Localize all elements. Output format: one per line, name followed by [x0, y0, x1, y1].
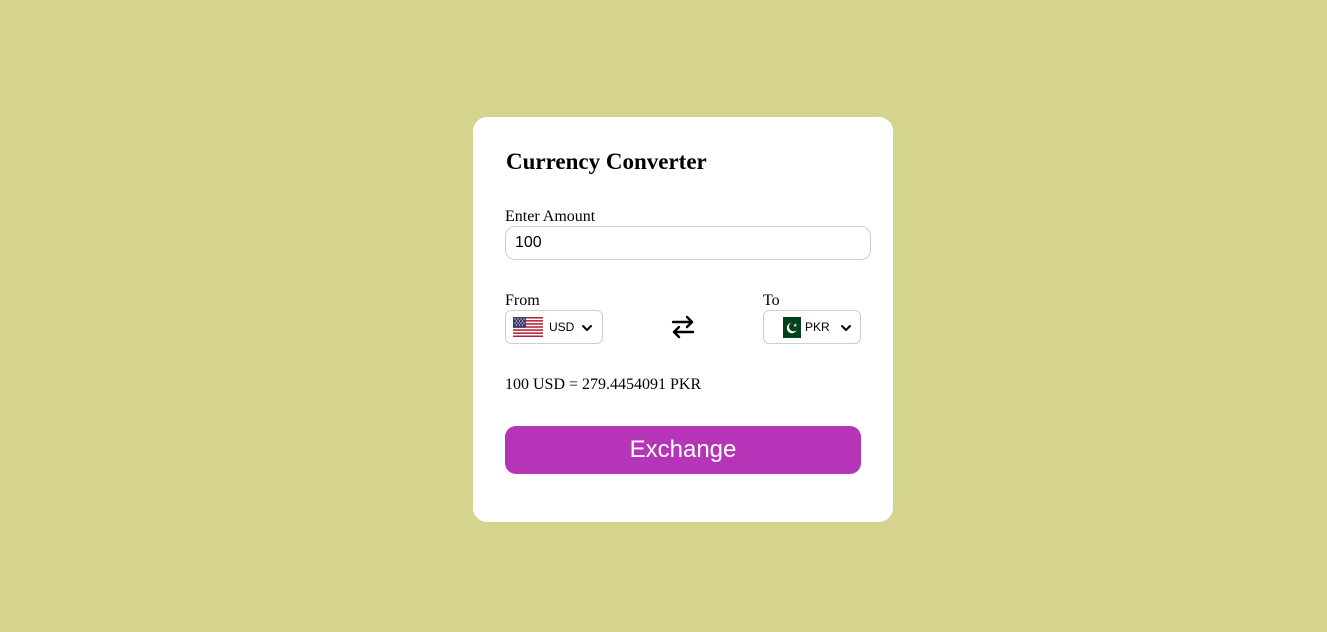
- chevron-down-icon: [841, 325, 851, 331]
- to-currency-code: PKR: [805, 320, 830, 334]
- conversion-result: 100 USD = 279.4454091 PKR: [505, 376, 702, 393]
- swap-arrows-icon[interactable]: [669, 313, 697, 341]
- from-currency-select[interactable]: USD: [505, 310, 603, 344]
- amount-input[interactable]: [505, 226, 871, 260]
- to-label: To: [763, 292, 780, 309]
- page-title: Currency Converter: [506, 149, 707, 174]
- converter-card: Currency Converter Enter Amount From USD: [473, 117, 893, 522]
- exchange-button[interactable]: Exchange: [505, 426, 861, 474]
- chevron-down-icon: [582, 325, 592, 331]
- from-label: From: [505, 292, 540, 309]
- from-currency-code: USD: [549, 320, 575, 334]
- to-currency-select[interactable]: PKR: [763, 310, 861, 344]
- amount-label: Enter Amount: [505, 208, 596, 225]
- pk-flag-icon: [778, 317, 801, 338]
- us-flag-icon: [513, 317, 543, 337]
